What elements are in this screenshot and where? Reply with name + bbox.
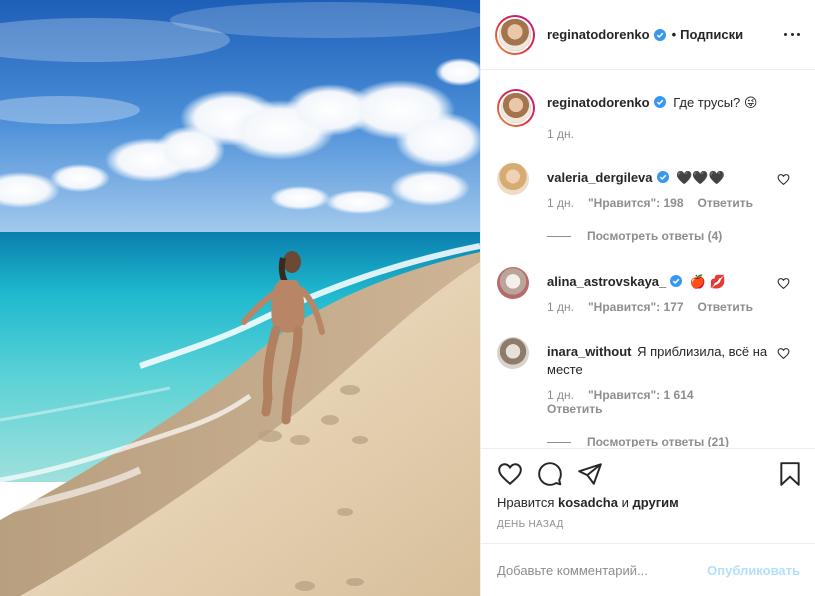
caption-avatar-ring[interactable]: [497, 89, 535, 127]
comment-avatar[interactable]: [497, 267, 529, 299]
likes-prefix: Нравится: [497, 495, 555, 510]
beach-photo: [0, 0, 480, 596]
following-button[interactable]: Подписки: [680, 27, 743, 42]
more-options-icon[interactable]: [784, 26, 800, 42]
likes-summary[interactable]: Нравится kosadcha и другим: [497, 495, 679, 510]
comment-text: 🍎 💋: [689, 274, 726, 289]
view-replies-label: Посмотреть ответы (21): [587, 435, 729, 447]
comment-username[interactable]: inara_without: [547, 344, 632, 359]
caption-avatar[interactable]: [499, 91, 533, 125]
replies-divider: [547, 441, 571, 443]
comment-time[interactable]: 1 дн.: [547, 300, 574, 314]
comment-icon[interactable]: [537, 461, 563, 487]
likes-and: и: [621, 495, 629, 510]
comment-item: valeria_dergileva 🖤🖤🖤 1 дн. "Нравится": …: [497, 163, 804, 243]
comment-item: inara_without Я приблизила, всё на месте…: [497, 337, 804, 447]
heart-icon[interactable]: [497, 461, 523, 487]
heart-icon[interactable]: [777, 347, 790, 360]
verified-icon: [653, 28, 666, 41]
instagram-post: reginatodorenko • Подписки reginatodoren…: [0, 0, 815, 596]
share-icon[interactable]: [577, 461, 603, 487]
verified-icon: [653, 96, 666, 108]
comment-avatar[interactable]: [497, 163, 529, 195]
verified-icon: [670, 275, 683, 287]
publish-button[interactable]: Опубликовать: [707, 563, 800, 578]
reply-button[interactable]: Ответить: [698, 196, 753, 210]
post-date[interactable]: День назад: [497, 519, 564, 530]
comment-likes[interactable]: "Нравится": 198: [588, 196, 684, 210]
bookmark-icon[interactable]: [777, 461, 803, 487]
reply-button[interactable]: Ответить: [698, 300, 753, 314]
comment-avatar[interactable]: [497, 337, 529, 369]
post-header: reginatodorenko • Подписки: [481, 0, 815, 70]
author-avatar[interactable]: [497, 16, 533, 53]
caption-username[interactable]: reginatodorenko: [547, 95, 650, 110]
comment-username[interactable]: valeria_dergileva: [547, 170, 653, 185]
post-photo[interactable]: [0, 0, 480, 596]
comment-likes[interactable]: "Нравится": 177: [588, 300, 684, 314]
comment-text: 🖤🖤🖤: [676, 170, 725, 185]
replies-divider: [547, 235, 571, 237]
likes-user[interactable]: kosadcha: [558, 495, 618, 510]
caption-text: Где трусы? 😜: [673, 95, 758, 110]
verified-icon: [656, 171, 669, 183]
comment-likes[interactable]: "Нравится": 1 614: [588, 388, 694, 402]
heart-icon[interactable]: [777, 277, 790, 290]
comment-username[interactable]: alina_astrovskaya_: [547, 274, 666, 289]
add-comment-bar: Опубликовать: [481, 543, 815, 596]
comment-input[interactable]: [497, 562, 697, 578]
comment-time[interactable]: 1 дн.: [547, 196, 574, 210]
caption: reginatodorenko Где трусы? 😜 1 дн.: [497, 89, 804, 149]
likes-others[interactable]: другим: [633, 495, 679, 510]
post-actions: Нравится kosadcha и другим День назад: [481, 448, 815, 542]
comment-item: alina_astrovskaya_ 🍎 💋 1 дн. "Нравится":…: [497, 267, 804, 323]
view-replies-button[interactable]: Посмотреть ответы (4): [547, 229, 722, 243]
author-username[interactable]: reginatodorenko: [547, 27, 650, 42]
caption-time[interactable]: 1 дн.: [547, 127, 574, 141]
separator-dot: •: [671, 27, 677, 42]
author-avatar-ring[interactable]: [495, 14, 535, 55]
heart-icon[interactable]: [777, 173, 790, 186]
comment-time[interactable]: 1 дн.: [547, 388, 574, 402]
comments-list[interactable]: reginatodorenko Где трусы? 😜 1 дн. valer…: [481, 71, 815, 447]
reply-button[interactable]: Ответить: [547, 402, 602, 416]
view-replies-label: Посмотреть ответы (4): [587, 229, 723, 243]
post-details-panel: reginatodorenko • Подписки reginatodoren…: [480, 0, 815, 596]
view-replies-button[interactable]: Посмотреть ответы (21): [547, 435, 729, 447]
